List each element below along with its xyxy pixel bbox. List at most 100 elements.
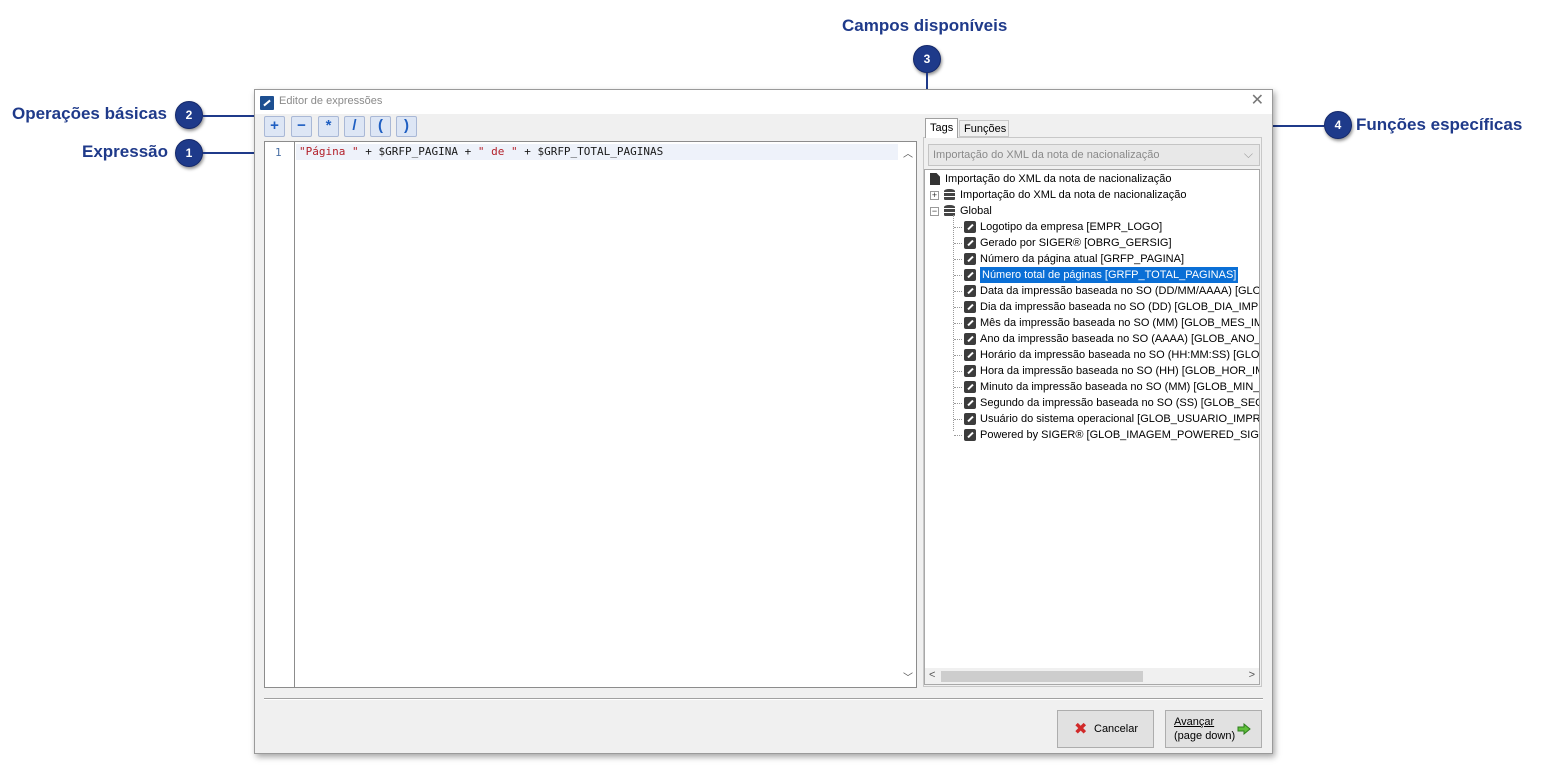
editor-vertical-scrollbar[interactable]: ︿ ﹀ (900, 142, 916, 687)
tree-horizontal-scrollbar[interactable]: < > (925, 668, 1259, 684)
tree-connector (954, 371, 962, 372)
tree-connector (954, 323, 962, 324)
fields-tree[interactable]: Importação do XML da nota de nacionaliza… (924, 169, 1260, 685)
callout-operacoes-basicas: Operações básicas (12, 104, 167, 123)
tree-item[interactable]: Segundo da impressão baseada no SO (SS) … (954, 395, 1260, 411)
callout-badge-1: 1 (175, 139, 203, 167)
tree-group-label: Global (960, 205, 992, 217)
string-token: "Página " (299, 145, 359, 158)
tab-funcoes[interactable]: Funções (959, 120, 1009, 137)
tree-connector (954, 435, 962, 436)
collapse-icon[interactable]: − (930, 207, 939, 216)
next-label-line2: (page down) (1174, 730, 1236, 742)
tree-item-label: Gerado por SIGER® [OBRG_GERSIG] (980, 237, 1172, 249)
tree-item-label: Horário da impressão baseada no SO (HH:M… (980, 349, 1260, 361)
arrow-right-icon (1237, 723, 1251, 735)
title-bar: Editor de expressões ✕ (255, 90, 1272, 114)
scroll-left-icon[interactable]: < (929, 669, 935, 681)
scroll-down-icon[interactable]: ﹀ (900, 669, 916, 684)
tree-connector (954, 387, 962, 388)
tree-root[interactable]: Importação do XML da nota de nacionaliza… (930, 171, 1250, 187)
field-icon (964, 221, 976, 233)
tree-group-global[interactable]: − Global (930, 203, 1250, 219)
tree-connector (954, 275, 962, 276)
close-paren-button[interactable]: ) (396, 116, 417, 137)
tree-connector (954, 243, 962, 244)
code-token: + $GRFP_TOTAL_PAGINAS (517, 145, 664, 158)
tree-item[interactable]: Gerado por SIGER® [OBRG_GERSIG] (954, 235, 1259, 251)
code-line[interactable]: "Página " + $GRFP_PAGINA + " de " + $GRF… (296, 144, 898, 160)
tree-item-label: Data da impressão baseada no SO (DD/MM/A… (980, 285, 1260, 297)
tab-tags[interactable]: Tags (925, 118, 958, 138)
divide-button[interactable]: / (344, 116, 365, 137)
tree-item[interactable]: Logotipo da empresa [EMPR_LOGO] (954, 219, 1259, 235)
tree-connector (954, 307, 962, 308)
data-source-select[interactable]: Importação do XML da nota de nacionaliza… (928, 144, 1260, 166)
tree-item-label: Minuto da impressão baseada no SO (MM) [… (980, 381, 1260, 393)
callout-funcoes-especificas: Funções específicas (1356, 115, 1523, 134)
cancel-button[interactable]: ✖ Cancelar (1057, 710, 1154, 748)
tree-item-label: Segundo da impressão baseada no SO (SS) … (980, 397, 1260, 409)
callout-expressao: Expressão (82, 142, 168, 161)
field-icon (964, 253, 976, 265)
database-icon (944, 189, 955, 201)
multiply-button[interactable]: * (318, 116, 339, 137)
next-label-line1: Avançar (1174, 716, 1215, 728)
scroll-up-icon[interactable]: ︿ (900, 145, 916, 160)
tree-item[interactable]: Powered by SIGER® [GLOB_IMAGEM_POWERED_S… (954, 427, 1260, 443)
field-icon (964, 413, 976, 425)
tree-item[interactable]: Minuto da impressão baseada no SO (MM) [… (954, 379, 1260, 395)
field-icon (964, 285, 976, 297)
field-icon (964, 429, 976, 441)
data-source-value: Importação do XML da nota de nacionaliza… (933, 149, 1160, 161)
field-icon (964, 301, 976, 313)
field-icon (964, 381, 976, 393)
tree-item[interactable]: Dia da impressão baseada no SO (DD) [GLO… (954, 299, 1260, 315)
field-icon (964, 397, 976, 409)
tree-connector (954, 419, 962, 420)
tree-item-label: Dia da impressão baseada no SO (DD) [GLO… (980, 301, 1260, 313)
window-title: Editor de expressões (279, 95, 383, 107)
tree-group-xml[interactable]: + Importação do XML da nota de nacionali… (930, 187, 1250, 203)
tree-item-label: Powered by SIGER® [GLOB_IMAGEM_POWERED_S… (980, 429, 1260, 441)
scroll-right-icon[interactable]: > (1249, 669, 1255, 681)
tree-connector (954, 403, 962, 404)
field-icon (964, 237, 976, 249)
code-token: + $GRFP_PAGINA + (358, 145, 478, 158)
tree-item[interactable]: Mês da impressão baseada no SO (MM) [GLO… (954, 315, 1259, 331)
tree-connector (954, 355, 962, 356)
field-icon (964, 269, 976, 281)
expand-icon[interactable]: + (930, 191, 939, 200)
callout-badge-3: 3 (913, 45, 941, 73)
tree-connector (954, 291, 962, 292)
tree-item[interactable]: Usuário do sistema operacional [GLOB_USU… (954, 411, 1260, 427)
scroll-thumb[interactable] (941, 671, 1143, 682)
tree-root-label: Importação do XML da nota de nacionaliza… (945, 173, 1172, 185)
next-button[interactable]: Avançar (page down) (1165, 710, 1262, 748)
line-number: 1 (275, 146, 282, 159)
field-icon (964, 333, 976, 345)
callout-campos-disponiveis: Campos disponíveis (842, 16, 1008, 35)
callout-badge-4: 4 (1324, 111, 1352, 139)
tree-item-label: Usuário do sistema operacional [GLOB_USU… (980, 413, 1260, 425)
tree-item-label: Hora da impressão baseada no SO (HH) [GL… (980, 365, 1260, 377)
tree-item-label: Número da página atual [GRFP_PAGINA] (980, 253, 1185, 265)
tree-group-label: Importação do XML da nota de nacionaliza… (960, 189, 1187, 201)
minus-button[interactable]: − (291, 116, 312, 137)
tree-item[interactable]: Horário da impressão baseada no SO (HH:M… (954, 347, 1260, 363)
cancel-label: Cancelar (1094, 723, 1139, 735)
tree-item[interactable]: Data da impressão baseada no SO (DD/MM/A… (954, 283, 1260, 299)
tree-item[interactable]: Hora da impressão baseada no SO (HH) [GL… (954, 363, 1260, 379)
close-icon[interactable]: ✕ (1251, 93, 1264, 109)
tree-connector (954, 227, 962, 228)
tree-item[interactable]: Ano da impressão baseada no SO (AAAA) [G… (954, 331, 1259, 347)
plus-button[interactable]: + (264, 116, 285, 137)
tree-connector (954, 339, 962, 340)
field-icon (964, 317, 976, 329)
tree-item-label: Número total de páginas [GRFP_TOTAL_PAGI… (978, 266, 1240, 284)
tree-item[interactable]: Número total de páginas [GRFP_TOTAL_PAGI… (954, 266, 1259, 284)
expression-editor[interactable]: 1 "Página " + $GRFP_PAGINA + " de " + $G… (264, 141, 917, 688)
tree-item[interactable]: Número da página atual [GRFP_PAGINA] (954, 251, 1259, 267)
open-paren-button[interactable]: ( (370, 116, 391, 137)
field-icon (964, 349, 976, 361)
